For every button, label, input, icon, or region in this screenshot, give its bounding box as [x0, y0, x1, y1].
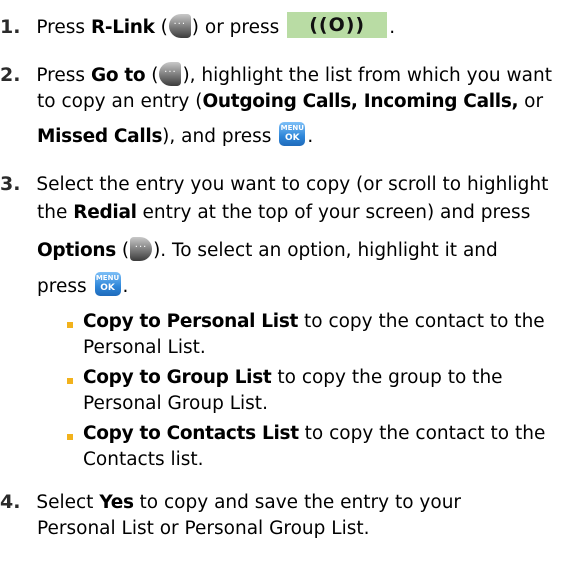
- step-4-line-2: Personal List or Personal Group List.: [37, 518, 370, 539]
- r-link-label: R-Link: [90, 17, 155, 38]
- talk-key-icon: ((O)): [287, 12, 388, 38]
- step-4-line-1: 4. Select Yes to copy and save the entry…: [0, 491, 462, 513]
- go-to-label: Go to: [90, 65, 146, 86]
- step-3-line-3: Options (···). To select an option, high…: [37, 237, 498, 263]
- step-1-line-1: 1. Press R-Link (···) or press ((O)).: [0, 12, 396, 38]
- step-3-number: 3.: [0, 173, 21, 195]
- step-3-line-2: the Redial entry at the top of your scre…: [37, 202, 531, 223]
- step-2-line-3: Missed Calls), and press MENU OK.: [37, 122, 314, 147]
- bullet-1-line-1: Copy to Personal List to copy the contac…: [83, 311, 545, 332]
- bullet-2-line-2: Personal Group List.: [83, 393, 268, 414]
- options-label: Options: [37, 240, 116, 261]
- bullet-3-line-1: Copy to Contacts List to copy the contac…: [83, 423, 546, 444]
- bullet-2-line-1: Copy to Group List to copy the group to …: [83, 367, 503, 388]
- step-2-number: 2.: [0, 64, 21, 86]
- step-3-line-1: 3. Select the entry you want to copy (or…: [0, 173, 549, 195]
- call-lists-label: Outgoing Calls, Incoming Calls,: [202, 91, 519, 112]
- bullet-1-line-2: Personal List.: [83, 337, 206, 358]
- step-1-number: 1.: [0, 16, 21, 38]
- left-softkey-icon: ···: [159, 62, 182, 86]
- step-2-line-1: 2. Press Go to (···), highlight the list…: [0, 62, 552, 86]
- menu-ok-key-icon: MENU OK: [279, 122, 306, 146]
- step-4-number: 4.: [0, 491, 21, 513]
- copy-to-personal-list-label: Copy to Personal List: [83, 311, 299, 332]
- left-softkey-icon: ···: [168, 14, 191, 38]
- copy-to-group-list-label: Copy to Group List: [83, 367, 272, 388]
- right-softkey-icon: ···: [130, 237, 153, 261]
- bullet-marker: [67, 378, 73, 384]
- copy-to-contacts-list-label: Copy to Contacts List: [83, 423, 299, 444]
- bullet-marker: [67, 322, 73, 328]
- redial-label: Redial: [73, 202, 137, 223]
- step-2-line-2: to copy an entry (Outgoing Calls, Incomi…: [37, 91, 544, 112]
- step-3-line-4: press MENU OK.: [37, 272, 129, 297]
- missed-calls-label: Missed Calls: [37, 126, 163, 147]
- menu-ok-key-icon: MENU OK: [94, 272, 121, 296]
- yes-label: Yes: [99, 492, 134, 513]
- instruction-page: 1. Press R-Link (···) or press ((O)). 2.…: [0, 0, 586, 566]
- bullet-marker: [67, 434, 73, 440]
- bullet-3-line-2: Contacts list.: [83, 449, 204, 470]
